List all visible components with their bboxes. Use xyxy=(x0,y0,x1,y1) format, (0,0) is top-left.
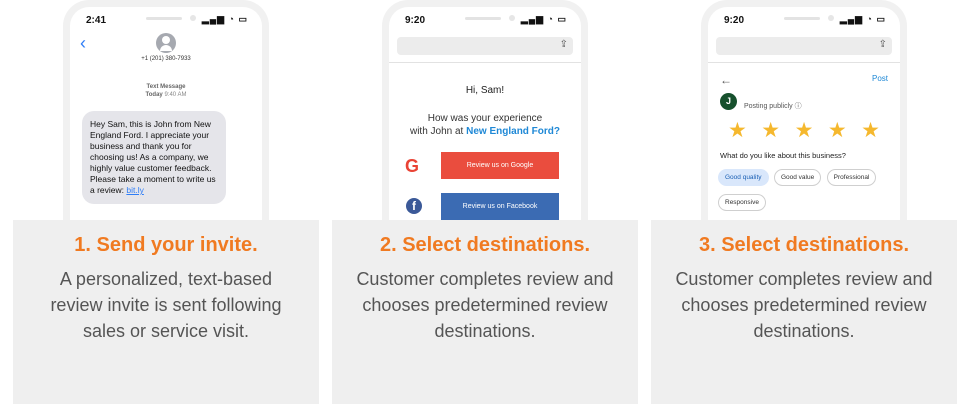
posting-publicly-label: Posting publicly ⓘ xyxy=(744,101,802,111)
review-facebook-button[interactable]: Review us on Facebook xyxy=(441,193,559,220)
signal-wifi-battery-icon: ▂▄▆ ◔ ▭ xyxy=(839,14,886,24)
chip-responsive[interactable]: Responsive xyxy=(718,194,766,211)
brand-name: New England Ford? xyxy=(466,126,561,137)
review-header: ← Post xyxy=(708,71,900,91)
step-title: 2. Select destinations. xyxy=(379,234,591,256)
signal-wifi-battery-icon: ▂▄▆ ◔ ▭ xyxy=(201,14,248,24)
star-icon[interactable]: ★ xyxy=(728,119,747,143)
phone-notch xyxy=(784,17,820,20)
phone-google-review-screen: 9:20 ▂▄▆ ◔ ▭ ⇪ ← Post J Posting publicly… xyxy=(701,0,907,220)
review-google-button[interactable]: Review us on Google xyxy=(441,152,559,179)
status-bar: 9:20 ▂▄▆ ◔ ▭ xyxy=(389,7,581,33)
message-day: Today xyxy=(145,92,163,98)
reviewer-avatar: J xyxy=(720,93,737,110)
review-form: ← Post J Posting publicly ⓘ ★ ★ ★ ★ ★ Wh… xyxy=(708,62,900,216)
camera-icon xyxy=(190,15,196,21)
back-arrow-icon[interactable]: ← xyxy=(720,73,732,87)
status-time: 9:20 xyxy=(724,15,745,26)
contact-number[interactable]: +1 (201) 380-7933 xyxy=(70,56,262,62)
message-time: 9:40 AM xyxy=(164,92,187,98)
review-link[interactable]: bit.ly xyxy=(126,185,143,195)
step-title: 1. Send your invite. xyxy=(74,234,258,256)
question-line-2: with John at xyxy=(409,126,464,137)
step-description: Customer completes review and chooses pr… xyxy=(675,269,933,341)
message-header: ‹ +1 (201) 380-7933 xyxy=(70,33,262,75)
step-2-column: 9:20 ▂▄▆ ◔ ▭ ⇪ Hi, Sam! How was your exp… xyxy=(332,0,638,404)
message-bubble: Hey Sam, this is John from New England F… xyxy=(82,111,226,204)
reviewer-row: J Posting publicly ⓘ xyxy=(708,93,900,115)
like-question: What do you like about this business? xyxy=(720,151,846,160)
message-text: Hey Sam, this is John from New England F… xyxy=(90,119,216,195)
status-time: 2:41 xyxy=(86,15,107,26)
star-icon[interactable]: ★ xyxy=(828,119,847,143)
step-title: 3. Select destinations. xyxy=(698,234,910,256)
star-rating: ★ ★ ★ ★ ★ xyxy=(708,119,900,143)
google-review-row: G Review us on Google xyxy=(389,152,581,179)
step-1-column: 2:41 ▂▄▆ ◔ ▭ ‹ +1 (201) 380-7933 Text Me… xyxy=(13,0,319,404)
star-icon[interactable]: ★ xyxy=(861,119,880,143)
status-bar: 2:41 ▂▄▆ ◔ ▭ xyxy=(70,7,262,33)
phone-notch xyxy=(146,17,182,20)
star-icon[interactable]: ★ xyxy=(761,119,780,143)
greeting: Hi, Sam! xyxy=(465,85,505,96)
google-icon: G xyxy=(405,156,420,176)
status-time: 9:20 xyxy=(405,15,426,26)
browser-url-bar[interactable]: ⇪ xyxy=(716,37,892,55)
post-button[interactable]: Post xyxy=(872,74,888,83)
info-icon[interactable]: ⓘ xyxy=(793,103,802,110)
back-chevron-icon[interactable]: ‹ xyxy=(80,33,86,54)
posting-text: Posting publicly xyxy=(744,103,793,110)
message-meta: Text Message Today 9:40 AM xyxy=(70,83,262,99)
experience-question: How was your experience with John at New… xyxy=(389,112,581,138)
facebook-icon: f xyxy=(406,198,422,214)
phone-web-review-screen: 9:20 ▂▄▆ ◔ ▭ ⇪ Hi, Sam! How was your exp… xyxy=(382,0,588,220)
step-description: Customer completes review and chooses pr… xyxy=(356,269,614,341)
phone-notch xyxy=(465,17,501,20)
step-3-column: 9:20 ▂▄▆ ◔ ▭ ⇪ ← Post J Posting publicly… xyxy=(651,0,957,404)
camera-icon xyxy=(828,15,834,21)
signal-wifi-battery-icon: ▂▄▆ ◔ ▭ xyxy=(520,14,567,24)
question-line-1: How was your experience xyxy=(427,113,543,124)
message-type: Text Message xyxy=(146,84,186,90)
chip-good-value[interactable]: Good value xyxy=(773,169,822,186)
status-bar: 9:20 ▂▄▆ ◔ ▭ xyxy=(708,7,900,33)
facebook-review-row: f Review us on Facebook xyxy=(389,193,581,220)
web-content: Hi, Sam! How was your experience with Jo… xyxy=(389,62,581,220)
share-icon[interactable]: ⇪ xyxy=(560,39,568,50)
chip-professional[interactable]: Professional xyxy=(826,169,877,186)
browser-url-bar[interactable]: ⇪ xyxy=(397,37,573,55)
star-icon[interactable]: ★ xyxy=(795,119,814,143)
contact-avatar-icon[interactable] xyxy=(156,33,176,53)
camera-icon xyxy=(509,15,515,21)
step-description: A personalized, text-based review invite… xyxy=(50,269,282,341)
phone-sms-screen: 2:41 ▂▄▆ ◔ ▭ ‹ +1 (201) 380-7933 Text Me… xyxy=(63,0,269,220)
attribute-chips: Good quality Good value Professional Res… xyxy=(718,166,892,216)
share-icon[interactable]: ⇪ xyxy=(879,39,887,50)
chip-good-quality[interactable]: Good quality xyxy=(718,169,769,186)
